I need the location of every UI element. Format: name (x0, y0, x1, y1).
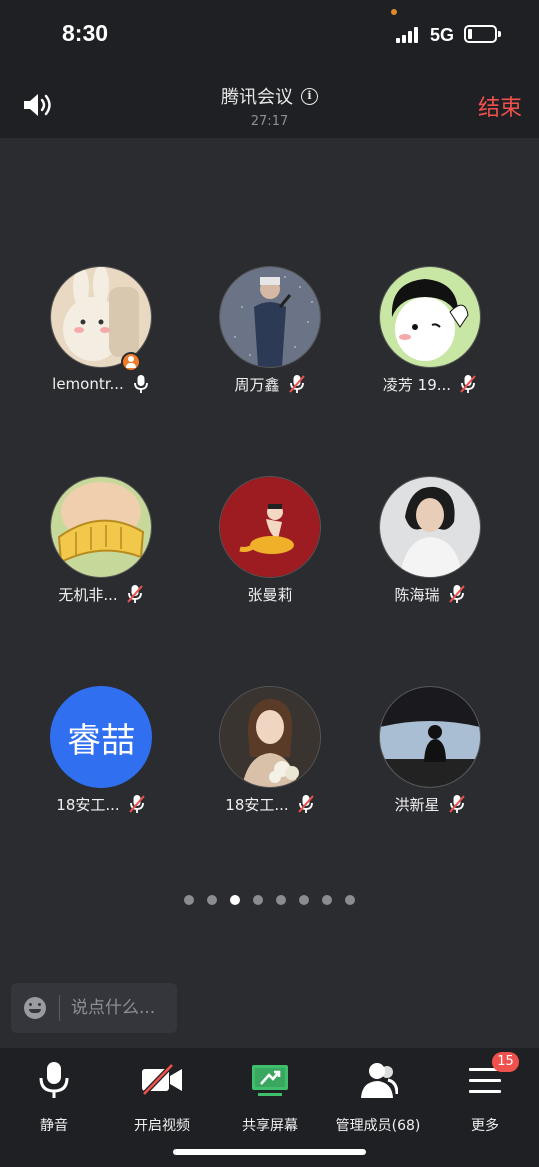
meeting-title: 腾讯会议 (221, 87, 293, 108)
participant-tile[interactable]: 睿喆 18安工... (21, 686, 181, 826)
mic-muted-icon (126, 585, 143, 603)
chat-box[interactable] (11, 983, 177, 1033)
share-label: 共享屏幕 (242, 1118, 298, 1134)
share-screen-icon (252, 1065, 288, 1096)
participant-tile[interactable]: 凌芳 19... (350, 266, 510, 406)
manage-members-button[interactable]: 管理成员(68) (324, 1060, 432, 1134)
page-indicator[interactable] (0, 895, 539, 905)
mute-button[interactable]: 静音 (0, 1060, 108, 1134)
name-row: 18安工... (190, 792, 350, 816)
start-video-button[interactable]: 开启视频 (108, 1060, 216, 1134)
name-row: 凌芳 19... (350, 372, 510, 396)
name-row: 无机非... (21, 582, 181, 606)
more-button[interactable]: 15 更多 (431, 1052, 539, 1134)
participant-name: lemontr... (52, 375, 124, 393)
meeting-header: 腾讯会议 i 27:17 结束 (0, 70, 539, 138)
battery-icon (464, 25, 501, 43)
info-icon[interactable]: i (301, 87, 318, 105)
chat-input[interactable] (71, 997, 171, 1019)
mic-muted-icon (288, 375, 305, 393)
emoji-icon[interactable] (24, 997, 46, 1019)
participant-name: 18安工... (225, 795, 289, 814)
participant-name: 陈海瑞 (394, 585, 440, 604)
name-row: lemontr... (21, 372, 181, 396)
participant-tile[interactable]: 周万鑫 (190, 266, 350, 406)
mic-on-icon (133, 375, 148, 393)
bunny-avatar (50, 266, 152, 368)
microphone-icon (39, 1062, 69, 1098)
girl-photo (219, 686, 321, 788)
participant-name: 凌芳 19... (382, 375, 452, 394)
mic-muted-icon (460, 375, 476, 393)
page-dot-active[interactable] (230, 895, 240, 905)
participant-grid: lemontr... 周万鑫 凌芳 19... 无机非... 张曼莉 陈海瑞 睿… (0, 138, 539, 838)
participant-tile[interactable]: 洪新星 (350, 686, 510, 826)
woman-photo (379, 476, 481, 578)
red-cartoon (219, 476, 321, 578)
page-dot[interactable] (276, 895, 286, 905)
mic-muted-icon (448, 795, 465, 813)
more-label: 更多 (471, 1118, 499, 1134)
name-row: 周万鑫 (190, 372, 350, 396)
meeting-screen: 8:30 5G 腾讯会议 i 27:17 结束 lemontr... 周万鑫 凌… (0, 0, 539, 1167)
participant-name: 无机非... (58, 585, 118, 604)
girl-cartoon (379, 266, 481, 368)
page-dot[interactable] (184, 895, 194, 905)
page-dot[interactable] (253, 895, 263, 905)
participant-tile[interactable]: lemontr... (21, 266, 181, 406)
share-screen-button[interactable]: 共享屏幕 (216, 1060, 324, 1134)
page-dot[interactable] (345, 895, 355, 905)
mic-muted-icon (448, 585, 465, 603)
members-icon (361, 1063, 398, 1098)
signal-icon (396, 27, 420, 43)
name-row: 18安工... (21, 792, 181, 816)
silhouette-photo (379, 686, 481, 788)
participant-tile[interactable]: 18安工... (190, 686, 350, 826)
mute-label: 静音 (40, 1118, 68, 1134)
participant-name: 洪新星 (394, 795, 440, 814)
participant-tile[interactable]: 无机非... (21, 476, 181, 616)
name-row: 洪新星 (350, 792, 510, 816)
meeting-title-row: 腾讯会议 i (0, 83, 539, 109)
status-bar: 8:30 5G (0, 0, 539, 70)
participant-tile[interactable]: 陈海瑞 (350, 476, 510, 616)
singer-photo (219, 266, 321, 368)
participant-name: 18安工... (56, 795, 120, 814)
host-badge-icon (121, 352, 141, 372)
page-dot[interactable] (322, 895, 332, 905)
mic-muted-icon (297, 795, 314, 813)
name-row: 陈海瑞 (350, 582, 510, 606)
video-label: 开启视频 (134, 1118, 190, 1134)
members-label: 管理成员(68) (335, 1118, 421, 1134)
end-meeting-button[interactable]: 结束 (478, 90, 522, 122)
page-dot[interactable] (299, 895, 309, 905)
name-row: 张曼莉 (190, 582, 350, 606)
participant-name: 周万鑫 (234, 375, 280, 394)
home-indicator[interactable] (173, 1149, 366, 1155)
status-time: 8:30 (62, 20, 109, 46)
participant-tile[interactable]: 张曼莉 (190, 476, 350, 616)
page-dot[interactable] (207, 895, 217, 905)
notification-badge: 15 (492, 1052, 519, 1072)
video-off-icon (142, 1063, 182, 1096)
chat-divider (59, 995, 60, 1021)
corn-avatar (50, 476, 152, 578)
participant-name: 张曼莉 (247, 585, 293, 604)
meeting-timer: 27:17 (250, 114, 289, 129)
text-avatar: 睿喆 (50, 686, 152, 788)
recording-indicator-dot (391, 9, 397, 15)
mic-muted-icon (128, 795, 145, 813)
network-label: 5G (430, 25, 455, 45)
